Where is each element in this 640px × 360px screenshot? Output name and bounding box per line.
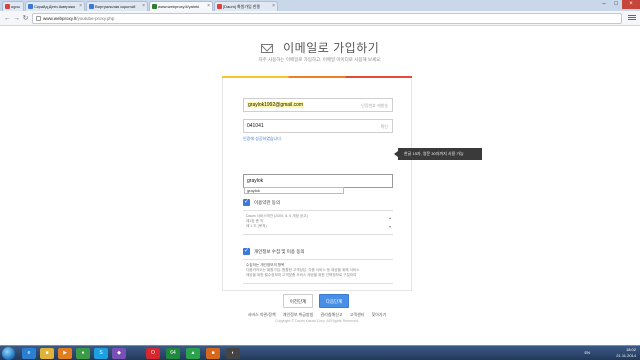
close-icon[interactable]: × <box>272 2 275 11</box>
next-step-button[interactable]: 다음단계 <box>319 294 349 308</box>
clock-date: 21.11.2014 <box>616 353 636 358</box>
close-window-icon[interactable]: × <box>622 0 640 9</box>
forward-icon[interactable]: → <box>12 14 21 23</box>
tab-favicon-icon <box>89 4 94 9</box>
footer-link[interactable]: 서비스 약관/정책 <box>248 312 276 317</box>
app-orange-icon[interactable]: ■ <box>206 348 220 359</box>
clock[interactable]: 18:02 21.11.2014 <box>616 347 636 359</box>
reload-icon[interactable]: ↻ <box>21 14 30 23</box>
app-64-icon[interactable]: 64 <box>166 348 180 359</box>
privacy-agree-label: 개인정보 수집 및 이용 동의 <box>254 249 305 254</box>
url-path: /youtube-proxy.php <box>76 16 115 21</box>
page-title: 이메일로 가입하기 <box>283 41 380 55</box>
footer-links: 서비스 약관/정책 개인정보 취급방침 권리침해신고 고객센터 찾아가기 <box>222 312 412 318</box>
tab-favicon-icon <box>28 4 33 9</box>
browser-tab[interactable]: Виртуальная скрытой × <box>86 1 148 11</box>
page-info-icon <box>36 16 41 21</box>
terms-agree-checkbox[interactable]: ✓ 이용약관 동의 <box>243 199 280 207</box>
url-host: www.webproxy.lt <box>43 16 77 21</box>
prev-step-button[interactable]: 이전단계 <box>283 294 313 308</box>
taskbar: e ■ ▶ ● S ◆ O 64 ▲ ■ ◐ EN 18:02 21.11.20… <box>0 345 640 360</box>
privacy-agree-checkbox[interactable]: ✓ 개인정보 수집 및 이용 동의 <box>243 248 305 256</box>
skype-icon[interactable]: S <box>94 348 108 359</box>
brand-stripe <box>222 76 412 78</box>
tab-favicon-icon <box>152 4 157 9</box>
footer-link[interactable]: 개인정보 취급방침 <box>283 312 314 317</box>
address-bar[interactable]: www.webproxy.lt/youtube-proxy.php <box>32 13 622 24</box>
tab-favicon-icon <box>5 4 10 9</box>
back-icon[interactable]: ← <box>3 14 12 23</box>
privacy-text-box[interactable]: 수집하는 개인정보의 항목 다음카카오는 회원가입, 원활한 고객상담, 각종 … <box>243 259 393 284</box>
terms-agree-label: 이용약관 동의 <box>254 200 281 205</box>
code-value: 041041 <box>247 123 264 129</box>
vs-icon[interactable]: ◆ <box>112 348 126 359</box>
browser-toolbar: ← → ↻ www.webproxy.lt/youtube-proxy.php <box>0 11 640 26</box>
folder-icon[interactable]: ■ <box>40 348 54 359</box>
close-icon[interactable]: × <box>79 2 82 11</box>
footer-link[interactable]: 고객센터 <box>350 312 365 317</box>
page-content: 이메일로 가입하기 자주 사용하는 이메일로 가입하고, 이메일 아이디로 사용… <box>0 27 640 345</box>
close-icon[interactable]: × <box>207 2 210 11</box>
autocomplete-suggestion[interactable]: graylok <box>244 187 344 194</box>
nickname-tooltip: 한글 15자, 영문 30자까지 사용 가능 <box>394 148 482 160</box>
menu-icon[interactable] <box>628 14 636 23</box>
minimize-icon[interactable]: – <box>598 0 610 9</box>
terms-text-box[interactable]: Daum 서비스약관 (2009. 8. 6 개정 공고) 제1장 총 칙 제 … <box>243 210 393 235</box>
footer-link[interactable]: 권리침해신고 <box>320 312 342 317</box>
app-dark-icon[interactable]: ◐ <box>226 348 240 359</box>
verification-code-field[interactable]: 041041 확인 <box>243 119 393 133</box>
confirm-code-button[interactable]: 확인 <box>381 120 388 133</box>
start-button-icon[interactable] <box>2 347 15 360</box>
email-field[interactable]: graylok1992@gmail.com 인증번호 재발송 <box>243 98 393 112</box>
copyright: Copyright © Daum Kakao Corp. All Rights … <box>275 319 359 323</box>
ie-icon[interactable]: e <box>22 348 36 359</box>
terms-line: 제 1 조 (목적) <box>246 224 267 228</box>
email-value: graylok1992@gmail.com <box>247 102 305 108</box>
tab-favicon-icon <box>217 4 222 9</box>
page-subtitle: 자주 사용하는 이메일로 가입하고, 이메일 아이디로 사용해 보세요. <box>258 57 382 62</box>
media-icon[interactable]: ▶ <box>58 348 72 359</box>
nickname-field[interactable]: graylok <box>243 174 393 188</box>
browser-tab[interactable]: ogou <box>2 1 24 11</box>
browser-tab[interactable]: [Daum] 화원가입 한종 × <box>214 1 278 11</box>
signup-form: graylok1992@gmail.com 인증번호 재발송 041041 확인… <box>222 76 412 308</box>
verification-status: 인증에 성공하였습니다. <box>243 136 283 141</box>
footer-link[interactable]: 찾아가기 <box>372 312 387 317</box>
checkbox-checked-icon[interactable]: ✓ <box>243 248 250 256</box>
scroll-arrows-icon[interactable]: ▴ ▾ <box>389 213 392 231</box>
resend-code-link[interactable]: 인증번호 재발송 <box>361 99 388 112</box>
checkbox-checked-icon[interactable]: ✓ <box>243 199 250 207</box>
app-green-icon[interactable]: ▲ <box>186 348 200 359</box>
privacy-line: 제공을 위한 필수정보와 고객맞춤 서비스 제공을 위한 선택정보로 구분하여 <box>246 273 357 277</box>
page-title-row: 이메일로 가입하기 <box>0 39 640 57</box>
close-icon[interactable]: × <box>142 2 145 11</box>
browser-tab-bar: ogou Скрайд Дети Америки × Виртуальная с… <box>0 0 640 11</box>
nickname-value: graylok <box>247 178 264 184</box>
envelope-icon <box>260 44 273 53</box>
chrome-icon[interactable]: ● <box>76 348 90 359</box>
maximize-icon[interactable]: □ <box>610 0 622 9</box>
language-indicator[interactable]: EN <box>584 350 590 355</box>
browser-tab-active[interactable]: www.webproxy.lt/yahrki × <box>149 1 213 11</box>
opera-icon[interactable]: O <box>146 348 160 359</box>
browser-tab[interactable]: Скрайд Дети Америки × <box>25 1 85 11</box>
